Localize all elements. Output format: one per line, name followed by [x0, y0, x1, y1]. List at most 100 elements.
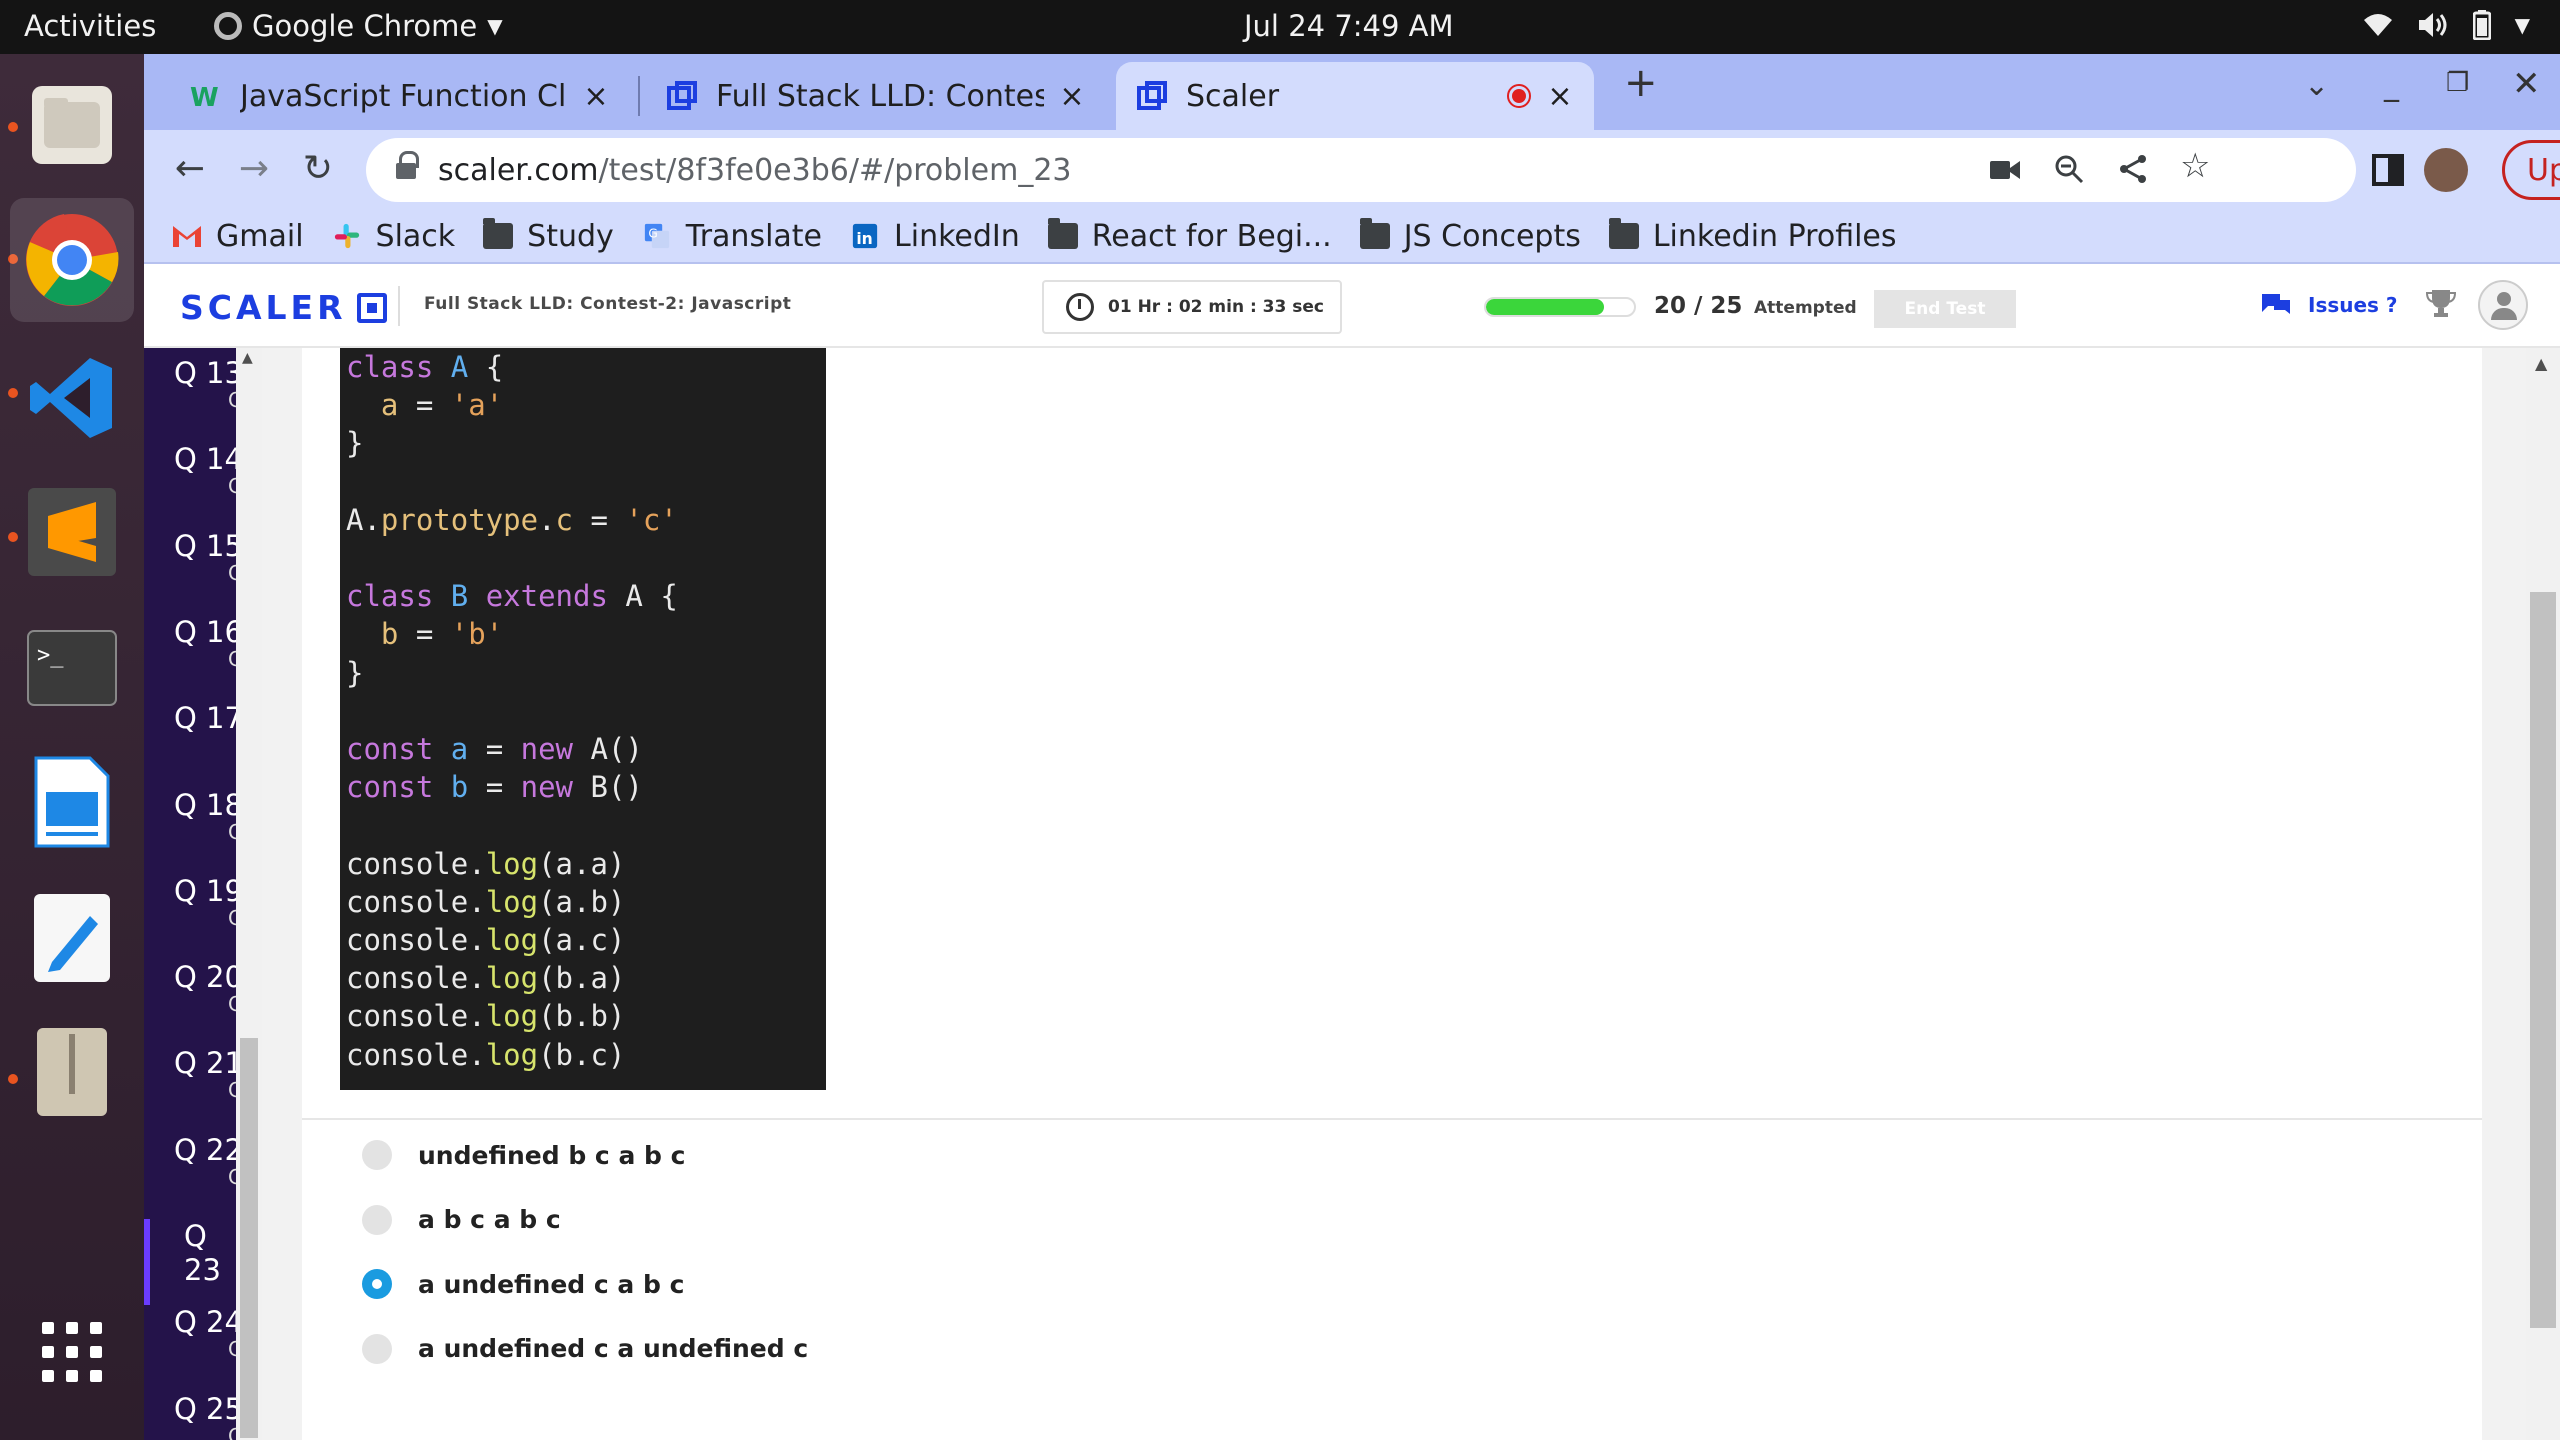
close-icon[interactable]: ×	[1546, 79, 1574, 114]
clock[interactable]: Jul 24 7:49 AM	[1244, 9, 1454, 43]
code-token: b	[450, 770, 469, 805]
question-label: Q 20	[174, 960, 243, 995]
activities-button[interactable]: Activities	[24, 9, 156, 43]
radio-unchecked[interactable]	[362, 1333, 392, 1364]
question-navigator: Q 13 C Q 14 C Q 15 C Q 16 C Q 17 Q 18 C Q 19 C Q 20 C Q…	[144, 348, 262, 1440]
question-label: Q 16	[174, 614, 243, 649]
attempted-count: 20 / 25	[1654, 293, 1743, 319]
answer-option[interactable]: a b c a b c	[362, 1204, 561, 1235]
bookmark-label: Translate	[685, 218, 823, 254]
vscode-icon[interactable]	[22, 348, 122, 448]
bookmark-folder-study[interactable]: Study	[483, 218, 614, 254]
question-label: Q 15	[174, 528, 243, 563]
svg-text:>_: >_	[37, 643, 64, 668]
bookmark-slack[interactable]: Slack	[332, 218, 456, 254]
tab-contest[interactable]: Full Stack LLD: Contest-2: ×	[646, 62, 1106, 130]
tab-title: Scaler	[1186, 78, 1280, 114]
camera-icon[interactable]	[1990, 158, 2020, 182]
question-item[interactable]: Q 23	[144, 1219, 234, 1305]
end-test-button[interactable]: End Test	[1874, 290, 2016, 328]
close-icon[interactable]: ×	[582, 79, 610, 114]
bookmark-label: Slack	[375, 218, 456, 254]
bookmark-folder-linkedin-profiles[interactable]: Linkedin Profiles	[1608, 218, 1897, 254]
app-menu[interactable]: Google Chrome ▼	[214, 9, 503, 43]
code-token: =	[398, 617, 451, 652]
restore-button[interactable]: ❐	[2446, 68, 2469, 98]
chrome-mini-icon	[214, 12, 242, 40]
window-close-button[interactable]: ✕	[2512, 64, 2541, 104]
bookmark-translate[interactable]: G Translate	[642, 219, 822, 254]
code-line: a = 'a'	[346, 388, 503, 422]
wifi-icon	[2363, 14, 2392, 36]
update-button[interactable]: Update ⋮	[2502, 140, 2560, 200]
share-icon[interactable]	[2118, 154, 2148, 184]
logo-text: SCALER	[180, 288, 347, 327]
toolbar: ← → ↻ scaler.com/test/8f3fe0e3b6/#/probl…	[144, 130, 2560, 210]
tab-scaler[interactable]: Scaler ×	[1116, 62, 1594, 130]
answer-option[interactable]: a undefined c a undefined c	[362, 1333, 809, 1364]
code-token: console.	[346, 1037, 486, 1072]
bookmark-star-icon[interactable]: ☆	[2180, 146, 2210, 186]
bookmark-linkedin[interactable]: in LinkedIn	[850, 219, 1020, 254]
bookmark-folder-js-concepts[interactable]: JS Concepts	[1359, 218, 1581, 254]
code-line: class A {	[346, 350, 503, 384]
question-label: Q 14	[174, 442, 243, 477]
impress-icon[interactable]	[22, 752, 122, 852]
answer-option[interactable]: undefined b c a b c	[362, 1140, 685, 1170]
option-label: a undefined c a undefined c	[418, 1334, 809, 1363]
tab-strip: W JavaScript Function Closu × Full Stack…	[144, 54, 2560, 130]
scroll-up-icon[interactable]: ▲	[242, 350, 253, 366]
code-token: 'b'	[450, 617, 504, 652]
reload-button[interactable]: ↻	[296, 148, 340, 189]
svg-text:G: G	[648, 227, 657, 241]
user-icon[interactable]	[2478, 280, 2528, 330]
code-token: log	[485, 884, 539, 919]
bookmark-gmail[interactable]: Gmail	[172, 219, 304, 254]
back-button[interactable]: ←	[168, 148, 212, 189]
side-panel-icon[interactable]	[2372, 154, 2404, 186]
folder-icon	[483, 218, 514, 249]
close-icon[interactable]: ×	[1058, 79, 1086, 114]
slack-icon	[334, 223, 359, 249]
question-label: Q 21	[174, 1046, 243, 1081]
trophy-icon[interactable]	[2426, 288, 2456, 318]
text-editor-icon[interactable]	[22, 888, 122, 988]
ubuntu-dock: >_	[0, 54, 144, 1440]
system-tray[interactable]: ▼	[2363, 10, 2530, 40]
forward-button[interactable]: →	[232, 148, 276, 189]
tab-title: Full Stack LLD: Contest-2:	[716, 78, 1044, 114]
bookmark-folder-react[interactable]: React for Begi...	[1047, 218, 1332, 254]
running-indicator	[8, 388, 18, 398]
archive-manager-icon[interactable]	[22, 1022, 122, 1122]
scroll-up-icon[interactable]: ▲	[2535, 354, 2547, 373]
radio-unchecked[interactable]	[362, 1204, 392, 1235]
tab-closures[interactable]: W JavaScript Function Closu ×	[170, 62, 630, 130]
files-icon[interactable]	[22, 74, 122, 174]
show-applications-icon[interactable]	[22, 1302, 122, 1402]
code-token: log	[485, 999, 539, 1034]
issues-link[interactable]: Issues ?	[2260, 292, 2398, 318]
bookmarks-bar: Gmail Slack Study G Translate in LinkedI…	[144, 210, 2560, 264]
code-token: console.	[346, 884, 486, 919]
tab-search-icon[interactable]: ⌄	[2304, 68, 2329, 103]
page-scrollbar[interactable]: ▲	[2526, 348, 2560, 1440]
linkedin-icon: in	[852, 223, 878, 249]
radio-checked[interactable]	[362, 1269, 392, 1299]
address-bar[interactable]: scaler.com/test/8f3fe0e3b6/#/problem_23 …	[366, 138, 2356, 202]
code-token: A {	[607, 579, 678, 614]
page-scrollbar-thumb[interactable]	[2530, 592, 2556, 1328]
new-tab-button[interactable]: +	[1624, 60, 1658, 106]
terminal-icon[interactable]: >_	[22, 618, 122, 718]
avatar[interactable]	[2424, 148, 2468, 192]
answer-option[interactable]: a undefined c a b c	[362, 1269, 684, 1299]
zoom-icon[interactable]	[2054, 154, 2084, 184]
scaler-logo[interactable]: SCALER	[180, 288, 387, 327]
code-line: console.log(a.c)	[346, 923, 625, 957]
sublime-text-icon[interactable]	[22, 482, 122, 582]
minimize-button[interactable]: _	[2384, 68, 2399, 103]
radio-unchecked[interactable]	[362, 1140, 392, 1170]
lock-icon[interactable]	[396, 151, 419, 181]
chrome-icon[interactable]	[10, 198, 134, 322]
navigator-scrollbar-thumb[interactable]	[240, 1038, 258, 1438]
code-line: console.log(a.b)	[346, 885, 625, 919]
